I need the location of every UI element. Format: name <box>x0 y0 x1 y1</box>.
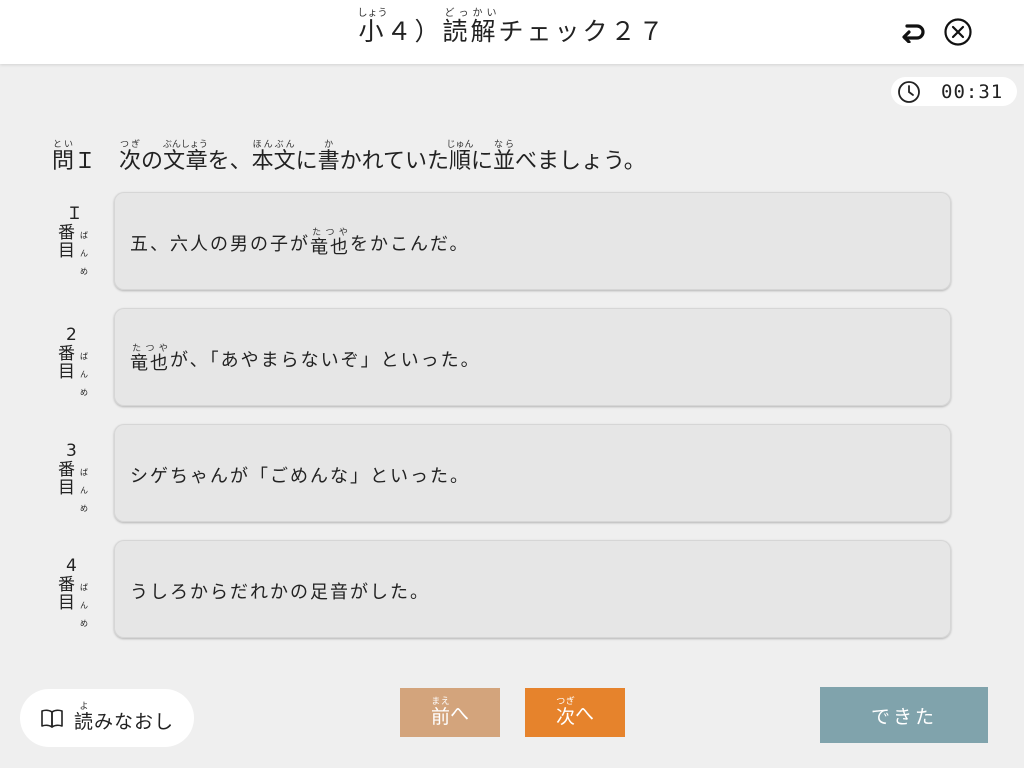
sentence-text: シゲちゃんが「ごめんな」といった。 <box>130 466 470 487</box>
row-label-1: Ｉ 番目ばんめ <box>58 204 88 277</box>
page-title: 小しょう４）読解どっかいチェック２７ <box>357 8 667 46</box>
sentence-text: 五、六人の男の子が 竜也たつや をかこんだ。 <box>130 227 470 258</box>
done-button[interactable]: できた <box>820 687 988 743</box>
clock-icon <box>898 80 920 103</box>
timer-value: 00:31 <box>941 80 1004 103</box>
sentence-text: 竜也たつや が、「あやまらないぞ」といった。 <box>130 343 481 374</box>
return-arrow-icon <box>902 24 925 43</box>
previous-button[interactable]: 前まえへ <box>400 688 500 737</box>
row-label-2: 2 番目ばんめ <box>58 325 88 398</box>
row-label-3: 3 番目ばんめ <box>58 441 88 514</box>
row-label-4: 4 番目ばんめ <box>58 556 88 629</box>
next-button[interactable]: 次つぎへ <box>525 688 625 737</box>
title-prefix: 小しょう <box>357 8 388 46</box>
circle-x-icon <box>944 18 972 46</box>
header-bar: 小しょう４）読解どっかいチェック２７ <box>0 0 1024 64</box>
close-button[interactable] <box>942 16 974 48</box>
timer: 00:31 <box>891 77 1017 106</box>
sentence-card-2[interactable]: 竜也たつや が、「あやまらないぞ」といった。 <box>114 308 951 406</box>
reread-label: 読よみなおし <box>74 702 175 733</box>
title-word: 読解どっかい <box>442 8 499 46</box>
question-text: 問といＩ 次つぎの文章ぶんしょうを、本文ほんぶんに書かかれていた順じゅんに並なら… <box>52 140 646 174</box>
reread-button[interactable]: 読よみなおし <box>20 689 194 747</box>
question-number: 問といＩ <box>52 140 97 174</box>
sentence-card-4[interactable]: うしろからだれかの足音がした。 <box>114 540 951 638</box>
sentence-card-1[interactable]: 五、六人の男の子が 竜也たつや をかこんだ。 <box>114 192 951 290</box>
open-book-icon <box>41 709 63 728</box>
sentence-text: うしろからだれかの足音がした。 <box>130 582 430 603</box>
back-button[interactable] <box>896 16 928 48</box>
sentence-card-3[interactable]: シゲちゃんが「ごめんな」といった。 <box>114 424 951 522</box>
